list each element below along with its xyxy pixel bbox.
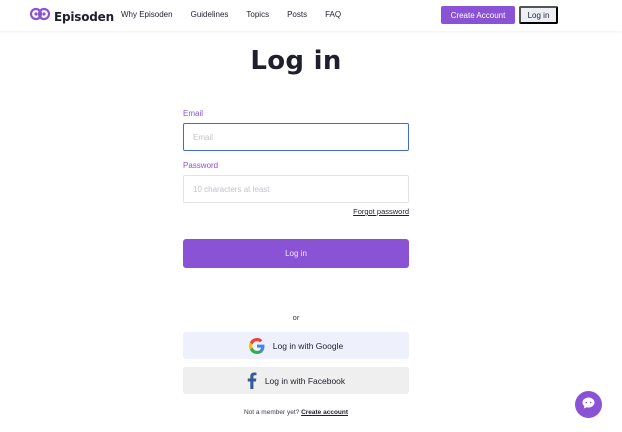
episoden-logo-icon <box>29 7 51 26</box>
google-icon <box>248 337 265 354</box>
facebook-login-button[interactable]: Log in with Facebook <box>183 367 409 394</box>
google-login-label: Log in with Google <box>272 340 344 351</box>
email-field[interactable]: Email <box>183 123 409 151</box>
forgot-password-link[interactable]: Forgot password <box>353 207 409 216</box>
chat-icon <box>582 396 595 414</box>
main-nav: Why Episoden Guidelines Topics Posts FAQ <box>121 10 341 19</box>
or-divider: or <box>292 313 300 322</box>
create-account-link[interactable]: Create account <box>301 409 348 416</box>
nav-guidelines[interactable]: Guidelines <box>191 10 229 19</box>
password-field[interactable]: 10 characters at least <box>183 175 409 203</box>
nav-faq[interactable]: FAQ <box>325 10 341 19</box>
facebook-icon <box>247 372 257 389</box>
page-title: Log in <box>250 46 342 76</box>
google-login-button[interactable]: Log in with Google <box>183 332 409 359</box>
header-login-button[interactable]: Log in <box>519 6 558 24</box>
password-label: Password <box>183 161 219 170</box>
chat-button[interactable] <box>575 391 602 418</box>
not-member-text: Not a member yet? <box>243 409 300 416</box>
nav-why-episoden[interactable]: Why Episoden <box>121 10 173 19</box>
top-header: Episoden Why Episoden Guidelines Topics … <box>0 0 622 31</box>
signup-prompt: Not a member yet? Create account <box>183 409 409 416</box>
login-submit-button[interactable]: Log in <box>183 239 409 268</box>
nav-topics[interactable]: Topics <box>246 10 269 19</box>
logo[interactable]: Episoden <box>29 7 114 26</box>
logo-text: Episoden <box>54 9 114 24</box>
email-label: Email <box>183 109 204 118</box>
create-account-button[interactable]: Create Account <box>441 6 515 24</box>
nav-posts[interactable]: Posts <box>287 10 307 19</box>
facebook-login-label: Log in with Facebook <box>264 375 346 386</box>
